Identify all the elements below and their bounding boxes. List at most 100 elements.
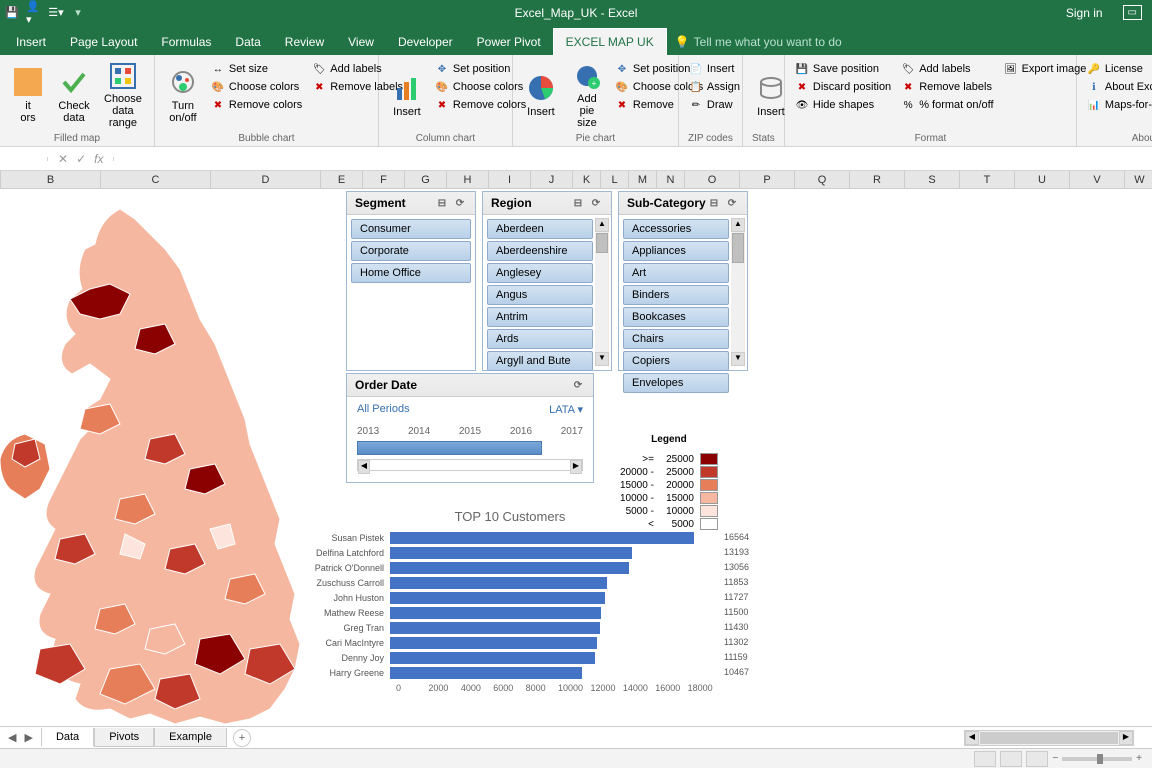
col-header[interactable]: V [1070, 171, 1125, 188]
scrollbar[interactable]: ▲▼ [731, 218, 745, 366]
zip-insert-button[interactable]: 📄Insert [687, 61, 742, 77]
fx-icon[interactable]: fx [94, 152, 103, 166]
format-remove-labels-button[interactable]: ✖Remove labels [899, 79, 995, 95]
scroll-right-icon[interactable]: ▶ [1119, 731, 1133, 745]
zoom-slider[interactable] [1062, 757, 1132, 761]
zip-draw-button[interactable]: ✏Draw [687, 97, 742, 113]
col-header[interactable]: L [601, 171, 629, 188]
col-header[interactable]: U [1015, 171, 1070, 188]
col-header[interactable]: F [363, 171, 405, 188]
clear-filter-icon[interactable]: ⟳ [589, 196, 603, 210]
clear-filter-icon[interactable]: ⟳ [453, 196, 467, 210]
tab-excel-map-uk[interactable]: EXCEL MAP UK [553, 28, 667, 55]
tell-me[interactable]: 💡 Tell me what you want to do [667, 29, 850, 55]
multiselect-icon[interactable]: ⊟ [707, 196, 721, 210]
person-icon[interactable]: 👤▾ [26, 5, 42, 21]
sheet-tab[interactable]: Data [41, 728, 94, 747]
sheet-tab[interactable]: Pivots [94, 728, 154, 747]
tab-page-layout[interactable]: Page Layout [58, 29, 149, 55]
zoom-out-icon[interactable]: − [1052, 753, 1058, 764]
uk-map[interactable] [0, 189, 340, 749]
column-insert-button[interactable]: Insert [387, 59, 427, 131]
col-header[interactable]: M [629, 171, 657, 188]
col-header[interactable]: R [850, 171, 905, 188]
tab-developer[interactable]: Developer [386, 29, 465, 55]
save-position-button[interactable]: 💾Save position [793, 61, 893, 77]
slicer-item[interactable]: Aberdeen [487, 219, 593, 239]
pie-add-size-button[interactable]: +Add pie size [567, 59, 607, 131]
signin-link[interactable]: Sign in [1066, 6, 1103, 20]
slicer-region[interactable]: Region⊟⟳ AberdeenAberdeenshireAngleseyAn… [482, 191, 612, 371]
qat-more-icon[interactable]: ▾ [70, 5, 86, 21]
check-data-button[interactable]: Check data [54, 59, 94, 131]
col-header[interactable]: K [573, 171, 601, 188]
slicer-item[interactable]: Consumer [351, 219, 471, 239]
cancel-icon[interactable]: ✕ [58, 152, 68, 166]
slicer-item[interactable]: Anglesey [487, 263, 593, 283]
col-header[interactable]: N [657, 171, 685, 188]
col-header[interactable]: D [211, 171, 321, 188]
save-icon[interactable]: 💾 [4, 5, 20, 21]
tab-review[interactable]: Review [273, 29, 336, 55]
clear-filter-icon[interactable]: ⟳ [571, 378, 585, 392]
maps-link-button[interactable]: 📊Maps-for-Excel.com [1085, 97, 1152, 113]
slicer-item[interactable]: Aberdeenshire [487, 241, 593, 261]
view-normal-icon[interactable] [974, 751, 996, 767]
export-image-button[interactable]: 🖼Export image [1002, 61, 1089, 77]
enter-icon[interactable]: ✓ [76, 152, 86, 166]
scroll-down-icon[interactable]: ▼ [595, 352, 609, 366]
col-header[interactable]: I [489, 171, 531, 188]
horizontal-scrollbar[interactable]: ◀▶ [964, 730, 1134, 746]
slicer-subcategory[interactable]: Sub-Category⊟⟳ AccessoriesAppliancesArtB… [618, 191, 748, 371]
view-layout-icon[interactable] [1000, 751, 1022, 767]
col-header[interactable]: C [101, 171, 211, 188]
tab-power-pivot[interactable]: Power Pivot [465, 29, 553, 55]
view-pagebreak-icon[interactable] [1026, 751, 1048, 767]
choose-data-range-button[interactable]: Choose data range [100, 59, 146, 131]
slicer-item[interactable]: Ards [487, 329, 593, 349]
scroll-left-icon[interactable]: ◀ [358, 460, 370, 474]
slicer-item[interactable]: Accessories [623, 219, 729, 239]
scroll-left-icon[interactable]: ◀ [965, 731, 979, 745]
slicer-item[interactable]: Chairs [623, 329, 729, 349]
sheet-tab[interactable]: Example [154, 728, 227, 747]
formula-input[interactable] [113, 157, 1152, 161]
license-button[interactable]: 🔑License [1085, 61, 1152, 77]
scroll-up-icon[interactable]: ▲ [595, 218, 609, 232]
col-header[interactable]: E [321, 171, 363, 188]
col-header[interactable]: P [740, 171, 795, 188]
name-box[interactable] [0, 157, 48, 161]
col-header[interactable]: Q [795, 171, 850, 188]
tab-formulas[interactable]: Formulas [149, 29, 223, 55]
scroll-up-icon[interactable]: ▲ [731, 218, 745, 232]
col-header[interactable]: G [405, 171, 447, 188]
slicer-segment[interactable]: Segment⊟⟳ ConsumerCorporateHome Office [346, 191, 476, 371]
pie-insert-button[interactable]: Insert [521, 59, 561, 131]
slicer-item[interactable]: Bookcases [623, 307, 729, 327]
bubble-choose-colors-button[interactable]: 🎨Choose colors [209, 79, 304, 95]
timeline-bar[interactable] [357, 441, 542, 455]
tab-view[interactable]: View [336, 29, 386, 55]
top-customers-chart[interactable]: TOP 10 Customers Susan Pistek16564Delfin… [300, 509, 720, 693]
set-size-button[interactable]: ↔Set size [209, 61, 304, 77]
slicer-item[interactable]: Binders [623, 285, 729, 305]
tab-prev-icon[interactable]: ◀ [8, 731, 16, 744]
slicer-item[interactable]: Argyll and Bute [487, 351, 593, 371]
slicer-item[interactable]: Antrim [487, 307, 593, 327]
tab-insert[interactable]: Insert [4, 29, 58, 55]
hide-shapes-button[interactable]: 👁Hide shapes [793, 97, 893, 113]
slicer-item[interactable]: Envelopes [623, 373, 729, 393]
touch-icon[interactable]: ☰▾ [48, 5, 64, 21]
col-header[interactable]: H [447, 171, 489, 188]
tab-next-icon[interactable]: ▶ [24, 731, 32, 744]
multiselect-icon[interactable]: ⊟ [435, 196, 449, 210]
scroll-down-icon[interactable]: ▼ [731, 352, 745, 366]
zip-assign-button[interactable]: 📋Assign [687, 79, 742, 95]
col-header[interactable]: S [905, 171, 960, 188]
clear-filter-icon[interactable]: ⟳ [725, 196, 739, 210]
col-header[interactable]: W [1125, 171, 1152, 188]
worksheet[interactable]: Segment⊟⟳ ConsumerCorporateHome Office R… [0, 189, 1152, 751]
scroll-right-icon[interactable]: ▶ [570, 460, 582, 474]
col-header[interactable]: J [531, 171, 573, 188]
zoom-in-icon[interactable]: + [1136, 753, 1142, 764]
